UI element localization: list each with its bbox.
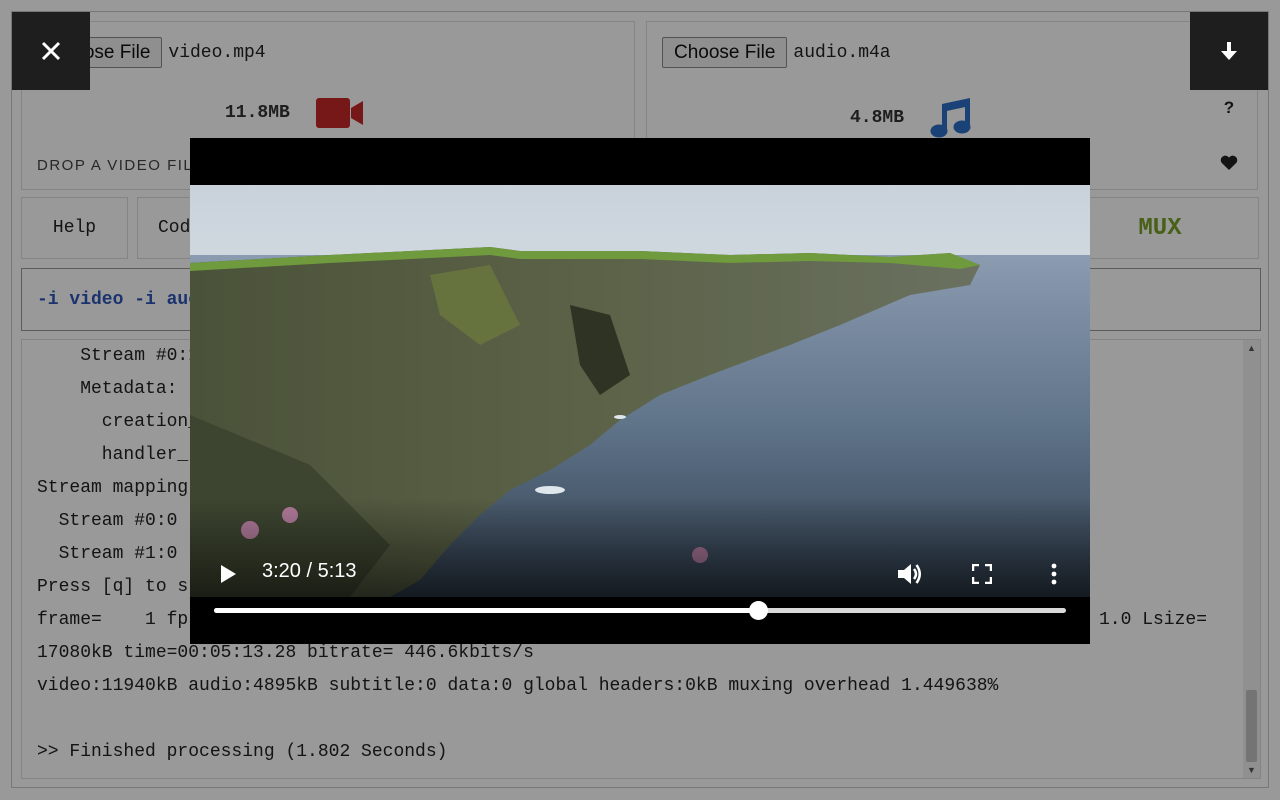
volume-icon[interactable] <box>893 557 927 591</box>
seek-bar[interactable] <box>214 601 1066 620</box>
fullscreen-icon[interactable] <box>966 558 998 590</box>
more-options-icon[interactable] <box>1038 558 1070 590</box>
video-player[interactable]: 3:20 / 5:13 <box>190 138 1090 644</box>
playback-time: 3:20 / 5:13 <box>262 560 357 582</box>
arrow-down-icon[interactable] <box>1190 12 1268 90</box>
play-icon[interactable] <box>212 558 244 590</box>
seek-bar-played <box>214 608 759 613</box>
close-icon[interactable] <box>12 12 90 90</box>
